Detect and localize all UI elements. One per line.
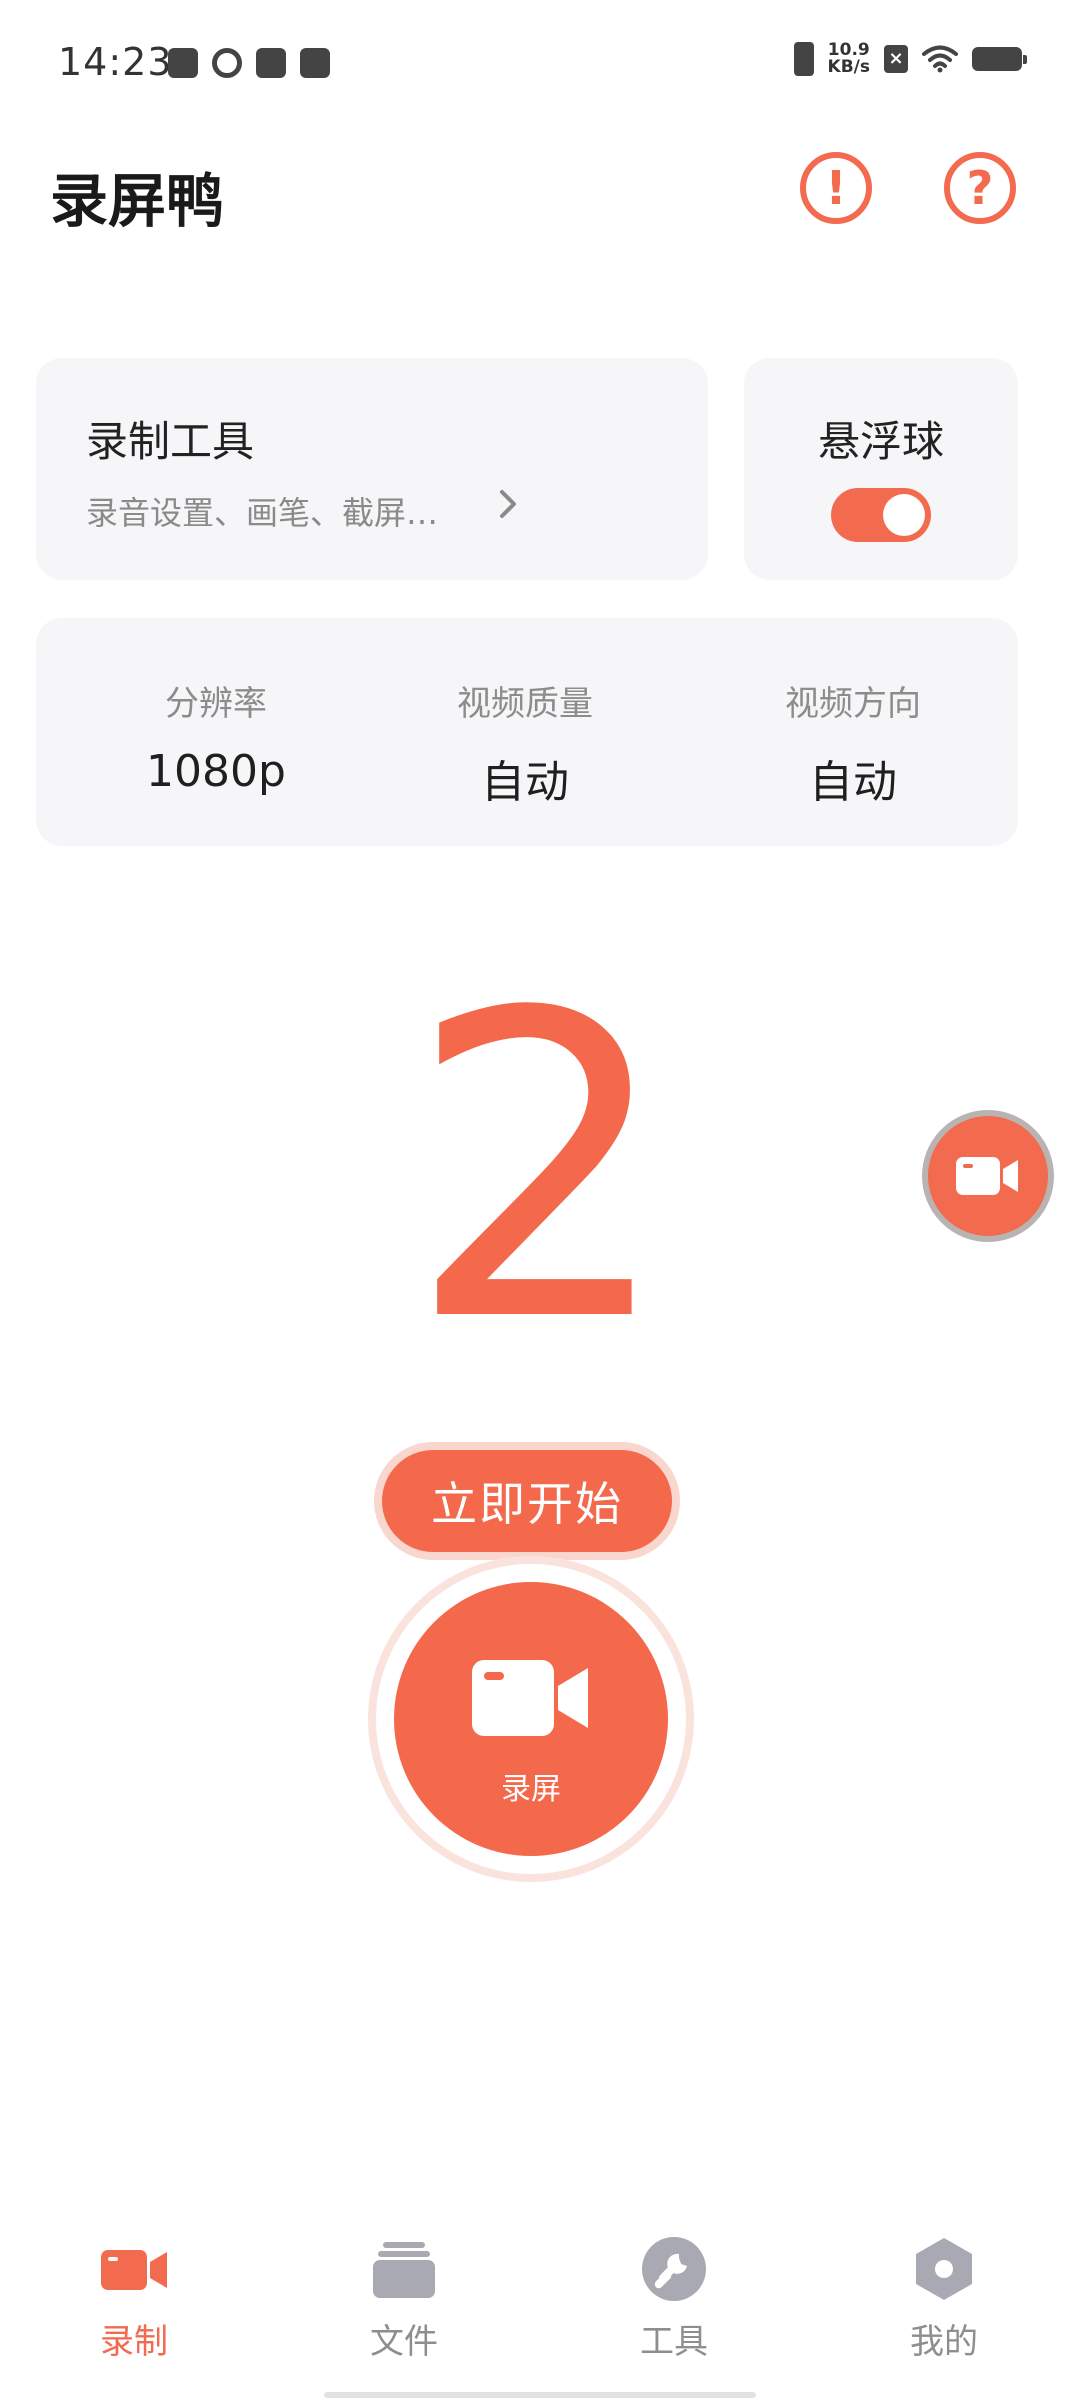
nav-files[interactable]: 文件 [304,2234,504,2384]
wrench-icon [642,2237,706,2301]
status-system-icons: 10.9 KB/s × [793,42,1027,76]
floating-ball-card: 悬浮球 [744,358,1018,580]
vibrate-icon [793,42,814,76]
wifi-icon [922,45,958,73]
sync-notification-icon [212,48,242,78]
video-quality-label: 视频质量 [457,684,593,724]
video-direction-setting[interactable]: 视频方向 自动 [713,618,993,846]
floating-ball[interactable] [922,1110,1054,1242]
video-quality-value: 自动 [481,757,569,808]
status-time: 14:23 [58,40,173,84]
inbox-notification-icon [256,48,286,78]
help-button[interactable]: ? [944,152,1016,224]
recording-tools-card[interactable]: 录制工具 录音设置、画笔、截屏… [36,358,708,580]
video-settings-card: 分辨率 1080p 视频质量 自动 视频方向 自动 [36,618,1018,846]
toggle-knob [883,494,925,536]
question-mark-icon: ? [966,161,994,215]
status-bar: 14:23 10.9 KB/s × [0,0,1080,130]
recording-tools-title: 录制工具 [86,417,255,466]
app-title: 录屏鸭 [50,167,225,235]
nav-tools[interactable]: 工具 [574,2234,774,2384]
resolution-value: 1080p [146,746,286,797]
video-camera-icon [956,1157,1018,1195]
screen-record-notification-icon [168,48,198,78]
hexagon-profile-icon [916,2238,972,2300]
exclamation-icon: ! [825,161,847,215]
sim-disabled-icon: × [884,45,908,73]
start-now-button[interactable]: 立即开始 [374,1442,680,1560]
video-camera-icon [101,2250,167,2290]
floating-ball-toggle[interactable] [831,488,931,542]
recording-tools-subtitle: 录音设置、画笔、截屏… [86,494,439,532]
nav-files-label: 文件 [370,2322,438,2362]
network-speed: 10.9 KB/s [828,42,870,76]
record-button-ring: 录屏 [368,1556,694,1882]
video-direction-value: 自动 [809,757,897,808]
bottom-navigation: 录制 文件 工具 我的 [0,2208,1080,2408]
folder-stack-icon [373,2242,435,2298]
nav-tools-label: 工具 [640,2322,708,2362]
video-quality-setting[interactable]: 视频质量 自动 [385,618,665,846]
notice-button[interactable]: ! [800,152,872,224]
shopping-bag-notification-icon [300,48,330,78]
chevron-right-icon [500,490,516,518]
video-direction-label: 视频方向 [785,684,921,724]
nav-record[interactable]: 录制 [34,2234,234,2384]
nav-record-label: 录制 [100,2322,168,2362]
battery-icon [972,47,1027,71]
resolution-label: 分辨率 [165,684,267,724]
network-speed-unit: KB/s [827,57,870,77]
start-now-label: 立即开始 [382,1450,672,1552]
home-indicator[interactable] [324,2392,756,2398]
countdown-number: 2 [406,925,674,1414]
status-notification-icons [168,48,330,78]
resolution-setting[interactable]: 分辨率 1080p [76,618,356,846]
nav-mine-label: 我的 [910,2322,978,2362]
floating-ball-title: 悬浮球 [817,417,944,466]
record-button[interactable]: 录屏 [394,1582,668,1856]
record-label: 录屏 [501,1772,561,1807]
screen: 14:23 10.9 KB/s × 录屏鸭 ! ? 录制工具 录音设置、画笔、截… [0,0,1080,2408]
video-camera-icon [472,1660,588,1736]
nav-mine[interactable]: 我的 [844,2234,1044,2384]
